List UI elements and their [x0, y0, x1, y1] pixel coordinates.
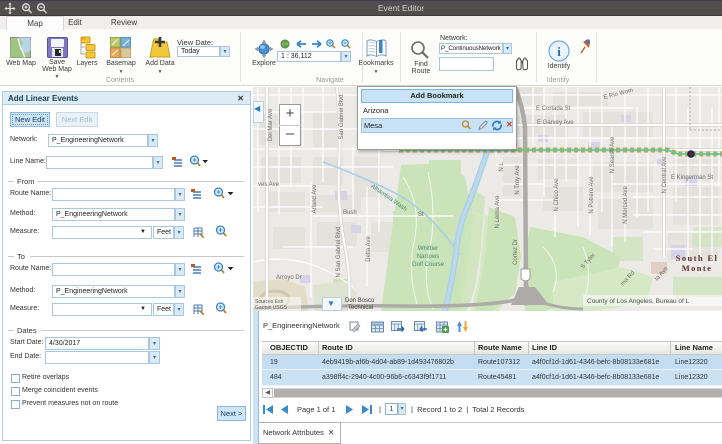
svg-text:N San Gabriel Blvd: N San Gabriel Blvd: [336, 226, 342, 277]
svg-text:E Garvey Ave: E Garvey Ave: [537, 120, 574, 126]
svg-text:N Troy Ave: N Troy Ave: [515, 165, 521, 195]
svg-text:Bush: Bush: [343, 210, 357, 216]
svg-text:Monte: Monte: [682, 263, 713, 273]
svg-text:Arroyo Dr: Arroyo Dr: [276, 275, 302, 281]
svg-text:San Gabriel Blvd: San Gabriel Blvd: [339, 94, 345, 139]
svg-text:Golf Course: Golf Course: [412, 262, 445, 268]
svg-text:E Cortada St: E Cortada St: [536, 106, 571, 112]
svg-text:N Central Ave: N Central Ave: [662, 156, 668, 194]
svg-text:County of Los Angeles, Bureau: County of Los Angeles, Bureau of L: [587, 298, 690, 305]
svg-text:Arland Ave: Arland Ave: [312, 184, 318, 214]
svg-text:N Searsh Ave: N Searsh Ave: [610, 136, 616, 173]
svg-text:E Kingerman St: E Kingerman St: [671, 175, 713, 181]
svg-text:Del Mar Ave: Del Mar Ave: [268, 108, 274, 141]
svg-text:ves Ave: ves Ave: [258, 182, 280, 188]
svg-text:N L: N L: [499, 162, 505, 172]
svg-text:Delta Ave: Delta Ave: [366, 236, 372, 262]
svg-text:Don Bosco: Don Bosco: [345, 298, 375, 304]
svg-text:Narrows: Narrows: [417, 254, 439, 260]
svg-text:N Lerna Ave: N Lerna Ave: [495, 195, 501, 229]
svg-text:i: i: [557, 44, 561, 59]
svg-text:N Chico Ave: N Chico Ave: [554, 178, 560, 212]
svg-text:St: St: [418, 212, 424, 218]
svg-text:N Potrero Ave: N Potrero Ave: [589, 176, 595, 214]
svg-text:Cortez Dr: Cortez Dr: [513, 239, 519, 265]
svg-text:N Merced Ave: N Merced Ave: [623, 186, 629, 224]
svg-text:Whittier: Whittier: [418, 246, 438, 252]
svg-text:South El: South El: [676, 253, 719, 263]
